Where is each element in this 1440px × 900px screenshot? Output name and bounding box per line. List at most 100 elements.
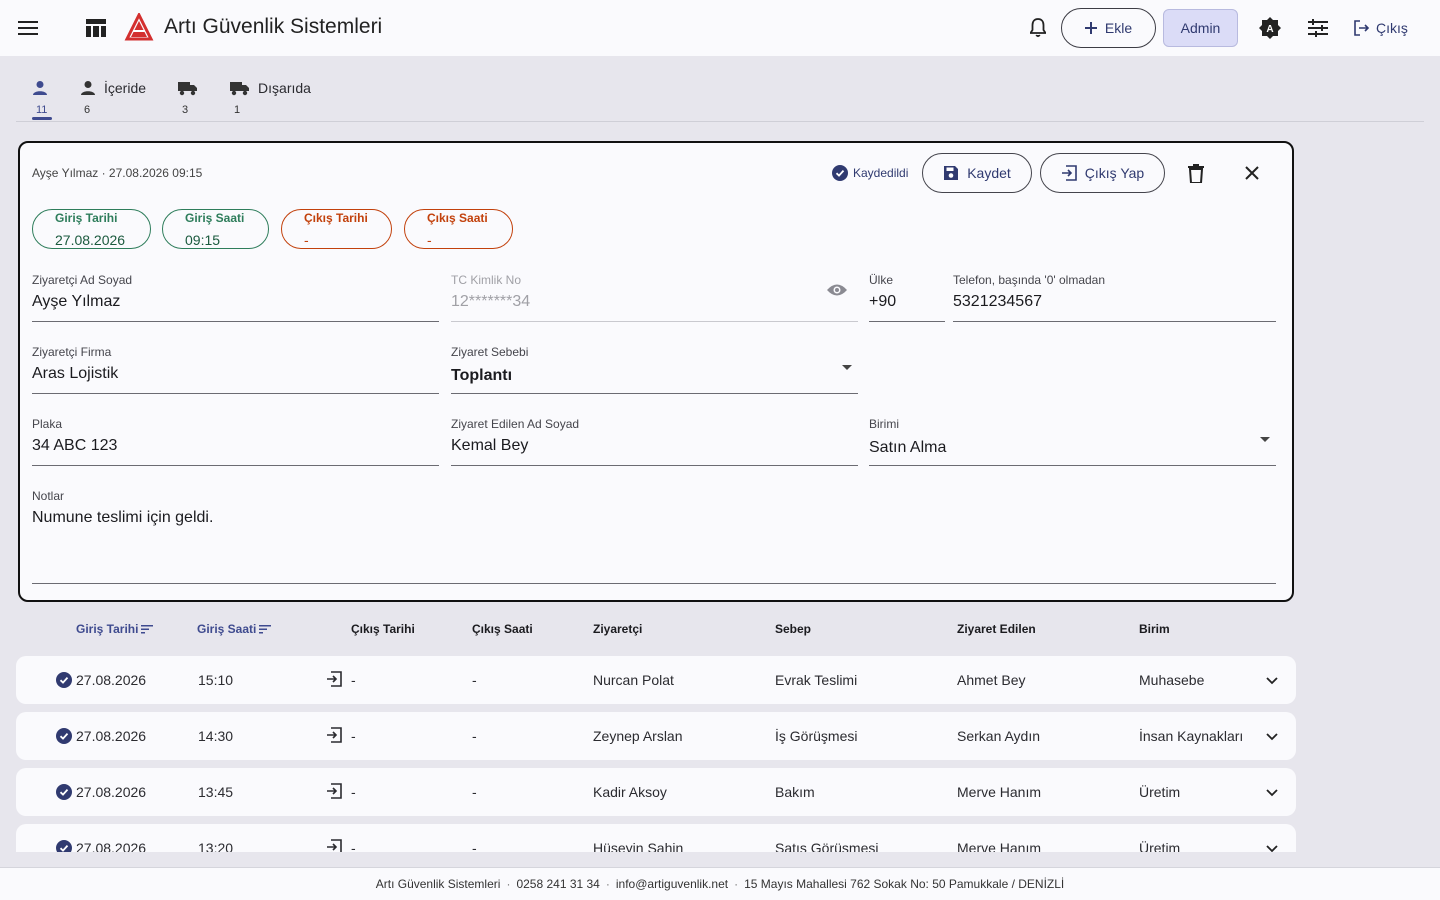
check-out-button[interactable]: Çıkış Yap: [1040, 153, 1165, 193]
plate-field[interactable]: Plaka 34 ABC 123: [32, 417, 439, 466]
save-label: Kaydet: [967, 165, 1011, 181]
company-label: Ziyaretçi Firma: [32, 345, 112, 359]
visit-reason-select[interactable]: Ziyaret Sebebi Toplantı: [451, 345, 858, 394]
saved-status: Kaydedildi: [832, 165, 908, 181]
cell-entry-time: 13:45: [198, 784, 234, 800]
col-entry-date[interactable]: Giriş Tarihi: [76, 622, 154, 636]
tab-count: 3: [182, 104, 189, 116]
table-row[interactable]: 27.08.2026 13:20 - - Hüseyin Şahin Satış…: [16, 824, 1296, 852]
sort-icon: [141, 625, 154, 634]
entry-date-pill[interactable]: Giriş Tarihi 27.08.2026: [32, 209, 151, 249]
col-exit-date[interactable]: Çıkış Tarihi: [351, 622, 415, 636]
visitor-name-field[interactable]: Ziyaretçi Ad Soyad Ayşe Yılmaz: [32, 273, 439, 322]
table-row[interactable]: 27.08.2026 14:30 - - Zeynep Arslan İş Gö…: [16, 712, 1296, 760]
check-out-icon[interactable]: [326, 839, 342, 852]
notification-bell-icon[interactable]: [1018, 8, 1058, 48]
add-button[interactable]: Ekle: [1061, 8, 1156, 48]
company-logo: [124, 11, 154, 43]
col-host[interactable]: Ziyaret Edilen: [957, 622, 1036, 636]
tab-outside[interactable]: Dışarıda 1: [214, 70, 327, 120]
delete-icon[interactable]: [1176, 153, 1216, 193]
cell-exit-time: -: [472, 840, 477, 852]
tab-vehicles[interactable]: 3: [162, 70, 214, 120]
country-label: Ülke: [869, 273, 894, 287]
tc-no-label: TC Kimlik No: [451, 273, 522, 287]
check-out-icon[interactable]: [326, 727, 342, 743]
chevron-down-icon[interactable]: [1262, 838, 1282, 852]
theme-toggle-icon[interactable]: A: [1250, 8, 1290, 48]
exit-date-label: Çıkış Tarihi: [304, 211, 368, 225]
col-entry-time[interactable]: Giriş Saati: [197, 622, 272, 636]
exit-date-value: -: [304, 232, 309, 248]
notes-field[interactable]: Notlar Numune teslimi için geldi.: [32, 489, 1276, 584]
tc-no-field: TC Kimlik No 12*******34: [451, 273, 858, 322]
check-circle-icon: [56, 672, 72, 688]
phone-field[interactable]: Telefon, başında '0' olmadan 5321234567: [953, 273, 1276, 322]
tab-count: 6: [84, 104, 91, 116]
col-reason[interactable]: Sebep: [775, 622, 811, 636]
footer-address: 15 Mayıs Mahallesi 762 Sokak No: 50 Pamu…: [744, 877, 1065, 891]
logout-button[interactable]: Çıkış: [1346, 12, 1416, 44]
host-value: Kemal Bey: [451, 437, 529, 454]
menu-icon[interactable]: [8, 8, 48, 48]
dropdown-caret-icon: [842, 365, 852, 370]
cell-exit-date: -: [351, 672, 356, 688]
cell-entry-time: 13:20: [198, 840, 234, 852]
exit-date-pill[interactable]: Çıkış Tarihi -: [281, 209, 392, 249]
footer-email[interactable]: info@artiguvenlik.net: [616, 877, 728, 891]
eye-icon[interactable]: [826, 283, 848, 302]
cell-reason: Bakım: [775, 784, 815, 800]
truck-icon: [178, 82, 198, 96]
cell-department: Üretim: [1139, 784, 1181, 800]
country-value: +90: [869, 293, 897, 310]
saved-label: Kaydedildi: [853, 166, 909, 180]
exit-time-pill[interactable]: Çıkış Saati -: [404, 209, 513, 249]
tab-all[interactable]: 11: [16, 70, 64, 120]
cell-exit-time: -: [472, 672, 477, 688]
cell-entry-date: 27.08.2026: [76, 840, 147, 852]
cell-entry-time: 15:10: [198, 672, 234, 688]
app-header: Artı Güvenlik Sistemleri Ekle Admin A Çı…: [0, 0, 1440, 56]
check-out-icon[interactable]: [326, 671, 342, 687]
cell-visitor: Zeynep Arslan: [593, 728, 683, 744]
footer-separator: ·: [605, 877, 610, 891]
host-name-field[interactable]: Ziyaret Edilen Ad Soyad Kemal Bey: [451, 417, 858, 466]
save-button[interactable]: Kaydet: [922, 153, 1032, 193]
country-code-field[interactable]: Ülke +90: [869, 273, 945, 322]
tab-label: Dışarıda: [258, 80, 311, 96]
footer-company: Artı Güvenlik Sistemleri: [375, 877, 501, 891]
page-footer: Artı Güvenlik Sistemleri · 0258 241 31 3…: [0, 867, 1440, 900]
logout-icon: [1354, 20, 1370, 36]
person-icon: [81, 81, 95, 95]
notes-value: Numune teslimi için geldi.: [32, 509, 214, 526]
col-department[interactable]: Birim: [1139, 622, 1170, 636]
cell-host: Merve Hanım: [957, 784, 1042, 800]
host-label: Ziyaret Edilen Ad Soyad: [451, 417, 580, 431]
admin-button[interactable]: Admin: [1163, 9, 1238, 47]
cell-exit-time: -: [472, 784, 477, 800]
chevron-down-icon[interactable]: [1262, 726, 1282, 746]
table-row[interactable]: 27.08.2026 15:10 - - Nurcan Polat Evrak …: [16, 656, 1296, 704]
department-select[interactable]: Birimi Satın Alma: [869, 417, 1276, 466]
close-icon[interactable]: [1232, 153, 1272, 193]
table-row[interactable]: 27.08.2026 13:45 - - Kadir Aksoy Bakım M…: [16, 768, 1296, 816]
col-entry-time-label: Giriş Saati: [197, 622, 257, 636]
visitor-name-value: Ayşe Yılmaz: [32, 293, 121, 310]
notes-label: Notlar: [32, 489, 65, 503]
col-visitor[interactable]: Ziyaretçi: [593, 622, 642, 636]
cell-department: Muhasebe: [1139, 672, 1205, 688]
col-exit-time[interactable]: Çıkış Saati: [472, 622, 533, 636]
chevron-down-icon[interactable]: [1262, 782, 1282, 802]
logout-label: Çıkış: [1376, 20, 1408, 36]
tab-label: İçeride: [104, 80, 147, 96]
check-out-icon[interactable]: [326, 783, 342, 799]
entry-time-pill[interactable]: Giriş Saati 09:15: [162, 209, 269, 249]
company-field[interactable]: Ziyaretçi Firma Aras Lojistik: [32, 345, 439, 394]
tune-settings-icon[interactable]: [1298, 8, 1338, 48]
check-circle-icon: [56, 840, 72, 852]
chevron-down-icon[interactable]: [1262, 670, 1282, 690]
table-view-icon[interactable]: [76, 8, 116, 48]
tab-inside[interactable]: İçeride 6: [64, 70, 162, 120]
cell-exit-date: -: [351, 784, 356, 800]
company-value: Aras Lojistik: [32, 365, 119, 382]
